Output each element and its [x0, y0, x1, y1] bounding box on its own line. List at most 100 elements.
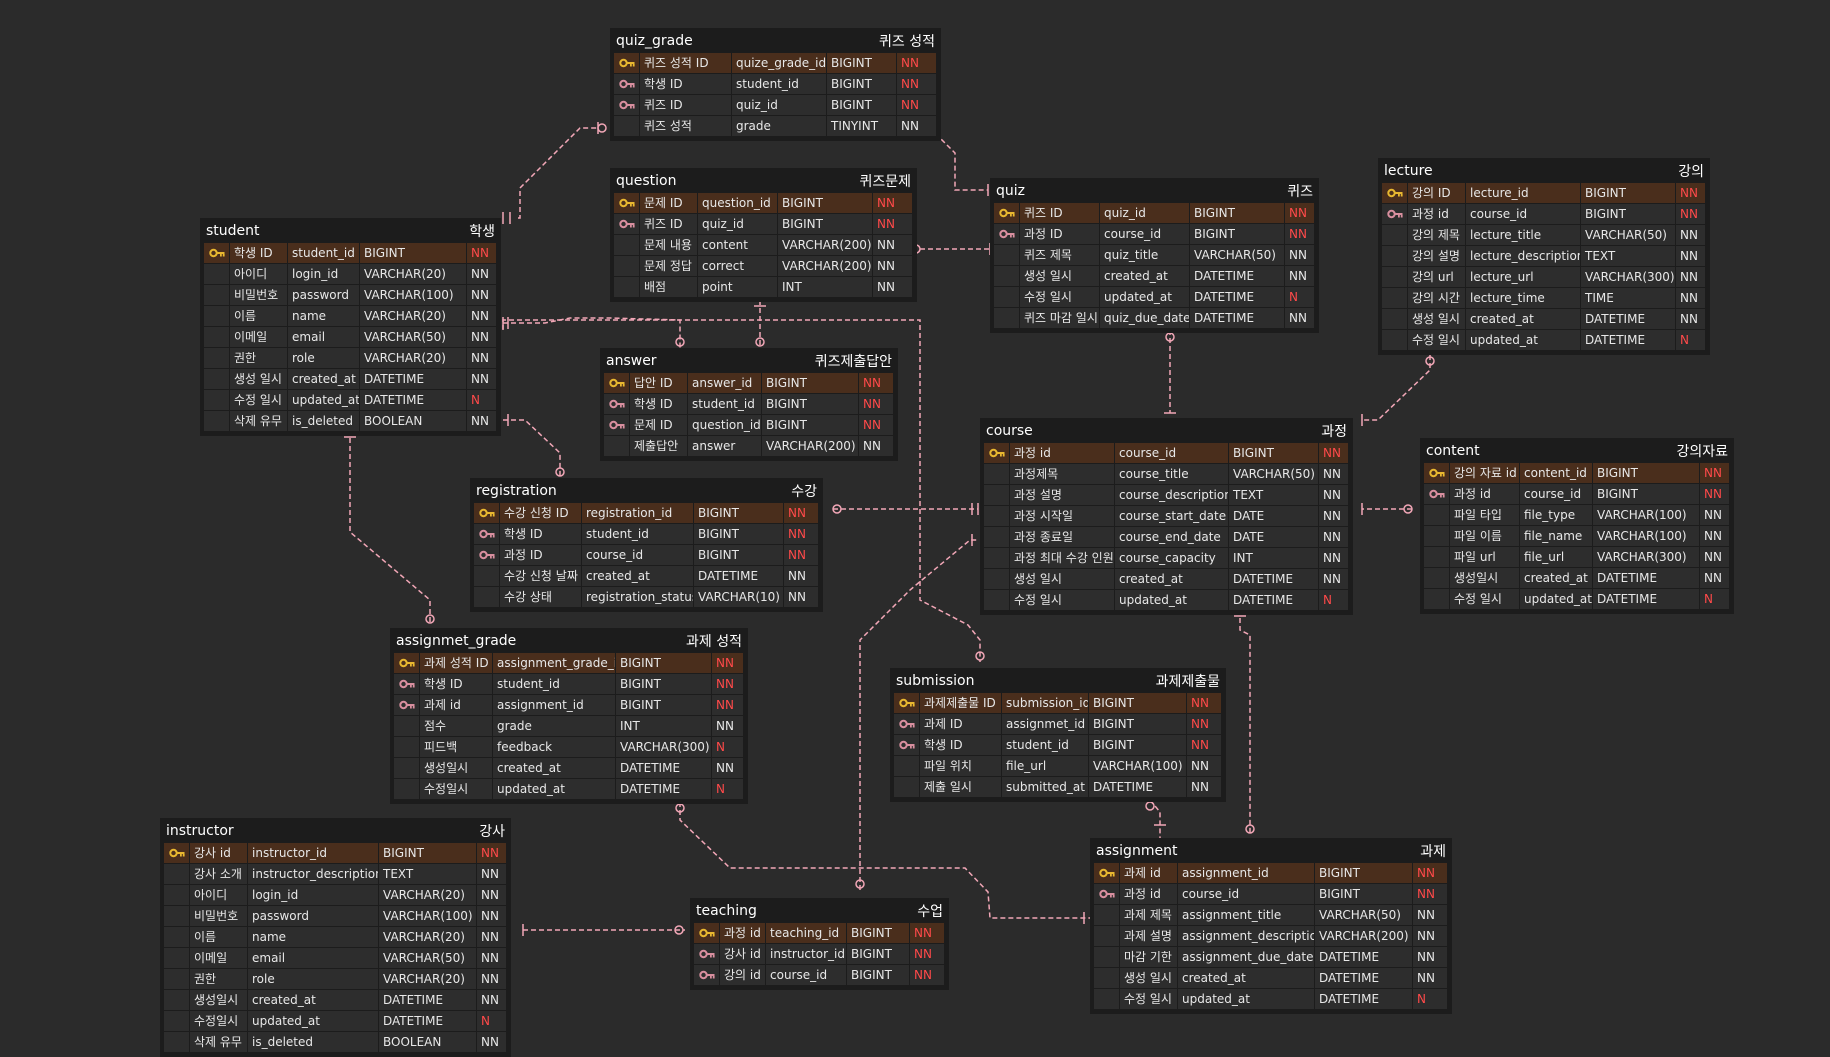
column-row[interactable]: 과제 제목 assignment_title VARCHAR(50) NN [1094, 905, 1448, 926]
table-student[interactable]: student 학생 학생 ID student_id BIGINT NN 아이디 logi… [200, 218, 501, 436]
column-row[interactable]: 강사 id instructor_id BIGINT NN [164, 843, 507, 864]
column-row[interactable]: 과제 설명 assignment_description VARCHAR(200) N… [1094, 926, 1448, 947]
column-row[interactable]: 과정제목 course_title VARCHAR(50) NN [984, 464, 1349, 485]
column-row[interactable]: 퀴즈 ID quiz_id BIGINT NN [614, 95, 937, 116]
column-row[interactable]: 이메일 email VARCHAR(50) NN [204, 327, 497, 348]
table-teaching[interactable]: teaching 수업 과정 id teaching_id BIGINT NN 강사 id… [690, 898, 949, 990]
column-row[interactable]: 과정 설명 course_description TEXT NN [984, 485, 1349, 506]
column-row[interactable]: 수정 일시 updated_at DATETIME N [204, 390, 497, 411]
column-row[interactable]: 강사 id instructor_id BIGINT NN [694, 944, 945, 965]
column-row[interactable]: 수정일시 updated_at DATETIME N [394, 779, 744, 800]
column-row[interactable]: 과정 ID course_id BIGINT NN [994, 224, 1315, 245]
column-row[interactable]: 수정 일시 updated_at DATETIME N [1382, 330, 1706, 351]
table-lecture[interactable]: lecture 강의 강의 ID lecture_id BIGINT NN 과정 id co… [1378, 158, 1710, 355]
table-quiz_grade[interactable]: quiz_grade 퀴즈 성적 퀴즈 성적 ID quize_grade_id BI… [610, 28, 941, 141]
table-assignmet_grade[interactable]: assignmet_grade 과제 성적 과제 성적 ID assignment_… [390, 628, 748, 804]
column-row[interactable]: 답안 ID answer_id BIGINT NN [604, 373, 894, 394]
column-row[interactable]: 퀴즈 성적 grade TINYINT NN [614, 116, 937, 137]
column-row[interactable]: 과제 성적 ID assignment_grade_id BIGINT NN [394, 653, 744, 674]
column-row[interactable]: 권한 role VARCHAR(20) NN [164, 969, 507, 990]
column-row[interactable]: 이름 name VARCHAR(20) NN [164, 927, 507, 948]
column-row[interactable]: 과정 id course_id BIGINT NN [1094, 884, 1448, 905]
table-answer[interactable]: answer 퀴즈제출답안 답안 ID answer_id BIGINT NN 학생 ID… [600, 348, 898, 461]
column-row[interactable]: 수강 신청 날짜 created_at DATETIME NN [474, 566, 819, 587]
table-instructor[interactable]: instructor 강사 강사 id instructor_id BIGINT NN 강… [160, 818, 511, 1057]
column-row[interactable]: 문제 정답 correct VARCHAR(200) NN [614, 256, 913, 277]
column-row[interactable]: 이름 name VARCHAR(20) NN [204, 306, 497, 327]
column-row[interactable]: 점수 grade INT NN [394, 716, 744, 737]
column-row[interactable]: 강의 ID lecture_id BIGINT NN [1382, 183, 1706, 204]
column-row[interactable]: 파일 타입 file_type VARCHAR(100) NN [1424, 505, 1730, 526]
column-row[interactable]: 과정 id teaching_id BIGINT NN [694, 923, 945, 944]
column-row[interactable]: 제출 일시 submitted_at DATETIME NN [894, 777, 1222, 798]
column-row[interactable]: 파일 url file_url VARCHAR(300) NN [1424, 547, 1730, 568]
column-row[interactable]: 파일 위치 file_url VARCHAR(100) NN [894, 756, 1222, 777]
column-row[interactable]: 과정 id course_id BIGINT NN [1424, 484, 1730, 505]
column-row[interactable]: 강의 제목 lecture_title VARCHAR(50) NN [1382, 225, 1706, 246]
column-row[interactable]: 과정 종료일 course_end_date DATE NN [984, 527, 1349, 548]
table-submission[interactable]: submission 과제제출물 과제제출물 ID submission_id BIG… [890, 668, 1226, 802]
column-row[interactable]: 아이디 login_id VARCHAR(20) NN [164, 885, 507, 906]
column-row[interactable]: 생성일시 created_at DATETIME NN [164, 990, 507, 1011]
column-row[interactable]: 생성 일시 created_at DATETIME NN [1094, 968, 1448, 989]
column-row[interactable]: 생성 일시 created_at DATETIME NN [1382, 309, 1706, 330]
column-row[interactable]: 문제 ID question_id BIGINT NN [604, 415, 894, 436]
column-row[interactable]: 퀴즈 ID quiz_id BIGINT NN [614, 214, 913, 235]
column-row[interactable]: 마감 기한 assignment_due_date DATETIME NN [1094, 947, 1448, 968]
column-row[interactable]: 문제 ID question_id BIGINT NN [614, 193, 913, 214]
column-row[interactable]: 학생 ID student_id BIGINT NN [614, 74, 937, 95]
table-quiz[interactable]: quiz 퀴즈 퀴즈 ID quiz_id BIGINT NN 과정 ID course_i… [990, 178, 1319, 333]
column-row[interactable]: 파일 이름 file_name VARCHAR(100) NN [1424, 526, 1730, 547]
column-row[interactable]: 과제 id assignment_id BIGINT NN [1094, 863, 1448, 884]
column-row[interactable]: 수정 일시 updated_at DATETIME N [1094, 989, 1448, 1010]
column-row[interactable]: 수정일시 updated_at DATETIME N [164, 1011, 507, 1032]
column-row[interactable]: 문제 내용 content VARCHAR(200) NN [614, 235, 913, 256]
column-row[interactable]: 퀴즈 성적 ID quize_grade_id BIGINT NN [614, 53, 937, 74]
column-row[interactable]: 삭제 유무 is_deleted BOOLEAN NN [204, 411, 497, 432]
column-row[interactable]: 강의 자료 id content_id BIGINT NN [1424, 463, 1730, 484]
column-row[interactable]: 과정 최대 수강 인원 course_capacity INT NN [984, 548, 1349, 569]
column-row[interactable]: 배점 point INT NN [614, 277, 913, 298]
table-course[interactable]: course 과정 과정 id course_id BIGINT NN 과정제목 cours… [980, 418, 1353, 615]
column-row[interactable]: 퀴즈 ID quiz_id BIGINT NN [994, 203, 1315, 224]
column-row[interactable]: 강사 소개 instructor_description TEXT NN [164, 864, 507, 885]
table-registration[interactable]: registration 수강 수강 신청 ID registration_id BI… [470, 478, 823, 612]
column-row[interactable]: 학생 ID student_id BIGINT NN [604, 394, 894, 415]
column-row[interactable]: 아이디 login_id VARCHAR(20) NN [204, 264, 497, 285]
column-row[interactable]: 비밀번호 password VARCHAR(100) NN [204, 285, 497, 306]
column-row[interactable]: 과제 id assignment_id BIGINT NN [394, 695, 744, 716]
column-row[interactable]: 과제 ID assignmet_id BIGINT NN [894, 714, 1222, 735]
column-row[interactable]: 학생 ID student_id BIGINT NN [394, 674, 744, 695]
column-row[interactable]: 강의 설명 lecture_description TEXT NN [1382, 246, 1706, 267]
column-row[interactable]: 이메일 email VARCHAR(50) NN [164, 948, 507, 969]
column-row[interactable]: 수정 일시 updated_at DATETIME N [1424, 589, 1730, 610]
column-row[interactable]: 강의 id course_id BIGINT NN [694, 965, 945, 986]
column-row[interactable]: 수정 일시 updated_at DATETIME N [984, 590, 1349, 611]
column-row[interactable]: 과정 id course_id BIGINT NN [1382, 204, 1706, 225]
column-row[interactable]: 퀴즈 제목 quiz_title VARCHAR(50) NN [994, 245, 1315, 266]
column-row[interactable]: 권한 role VARCHAR(20) NN [204, 348, 497, 369]
column-row[interactable]: 수강 신청 ID registration_id BIGINT NN [474, 503, 819, 524]
column-row[interactable]: 학생 ID student_id BIGINT NN [894, 735, 1222, 756]
column-row[interactable]: 학생 ID student_id BIGINT NN [474, 524, 819, 545]
column-row[interactable]: 수정 일시 updated_at DATETIME N [994, 287, 1315, 308]
column-row[interactable]: 학생 ID student_id BIGINT NN [204, 243, 497, 264]
table-content[interactable]: content 강의자료 강의 자료 id content_id BIGINT NN 과정… [1420, 438, 1734, 614]
column-row[interactable]: 생성 일시 created_at DATETIME NN [994, 266, 1315, 287]
column-row[interactable]: 제출답안 answer VARCHAR(200) NN [604, 436, 894, 457]
column-row[interactable]: 퀴즈 마감 일시 quiz_due_date DATETIME NN [994, 308, 1315, 329]
column-row[interactable]: 과제제출물 ID submission_id BIGINT NN [894, 693, 1222, 714]
column-row[interactable]: 생성 일시 created_at DATETIME NN [204, 369, 497, 390]
column-row[interactable]: 생성일시 created_at DATETIME NN [394, 758, 744, 779]
column-row[interactable]: 비밀번호 password VARCHAR(100) NN [164, 906, 507, 927]
table-question[interactable]: question 퀴즈문제 문제 ID question_id BIGINT NN 퀴즈 … [610, 168, 917, 302]
column-row[interactable]: 과정 id course_id BIGINT NN [984, 443, 1349, 464]
column-row[interactable]: 피드백 feedback VARCHAR(300) N [394, 737, 744, 758]
column-row[interactable]: 삭제 유무 is_deleted BOOLEAN NN [164, 1032, 507, 1053]
column-row[interactable]: 과정 ID course_id BIGINT NN [474, 545, 819, 566]
column-row[interactable]: 생성 일시 created_at DATETIME NN [984, 569, 1349, 590]
column-row[interactable]: 강의 시간 lecture_time TIME NN [1382, 288, 1706, 309]
table-assignment[interactable]: assignment 과제 과제 id assignment_id BIGINT NN 과… [1090, 838, 1452, 1014]
column-row[interactable]: 생성일시 created_at DATETIME NN [1424, 568, 1730, 589]
column-row[interactable]: 수강 상태 registration_status VARCHAR(10) NN [474, 587, 819, 608]
